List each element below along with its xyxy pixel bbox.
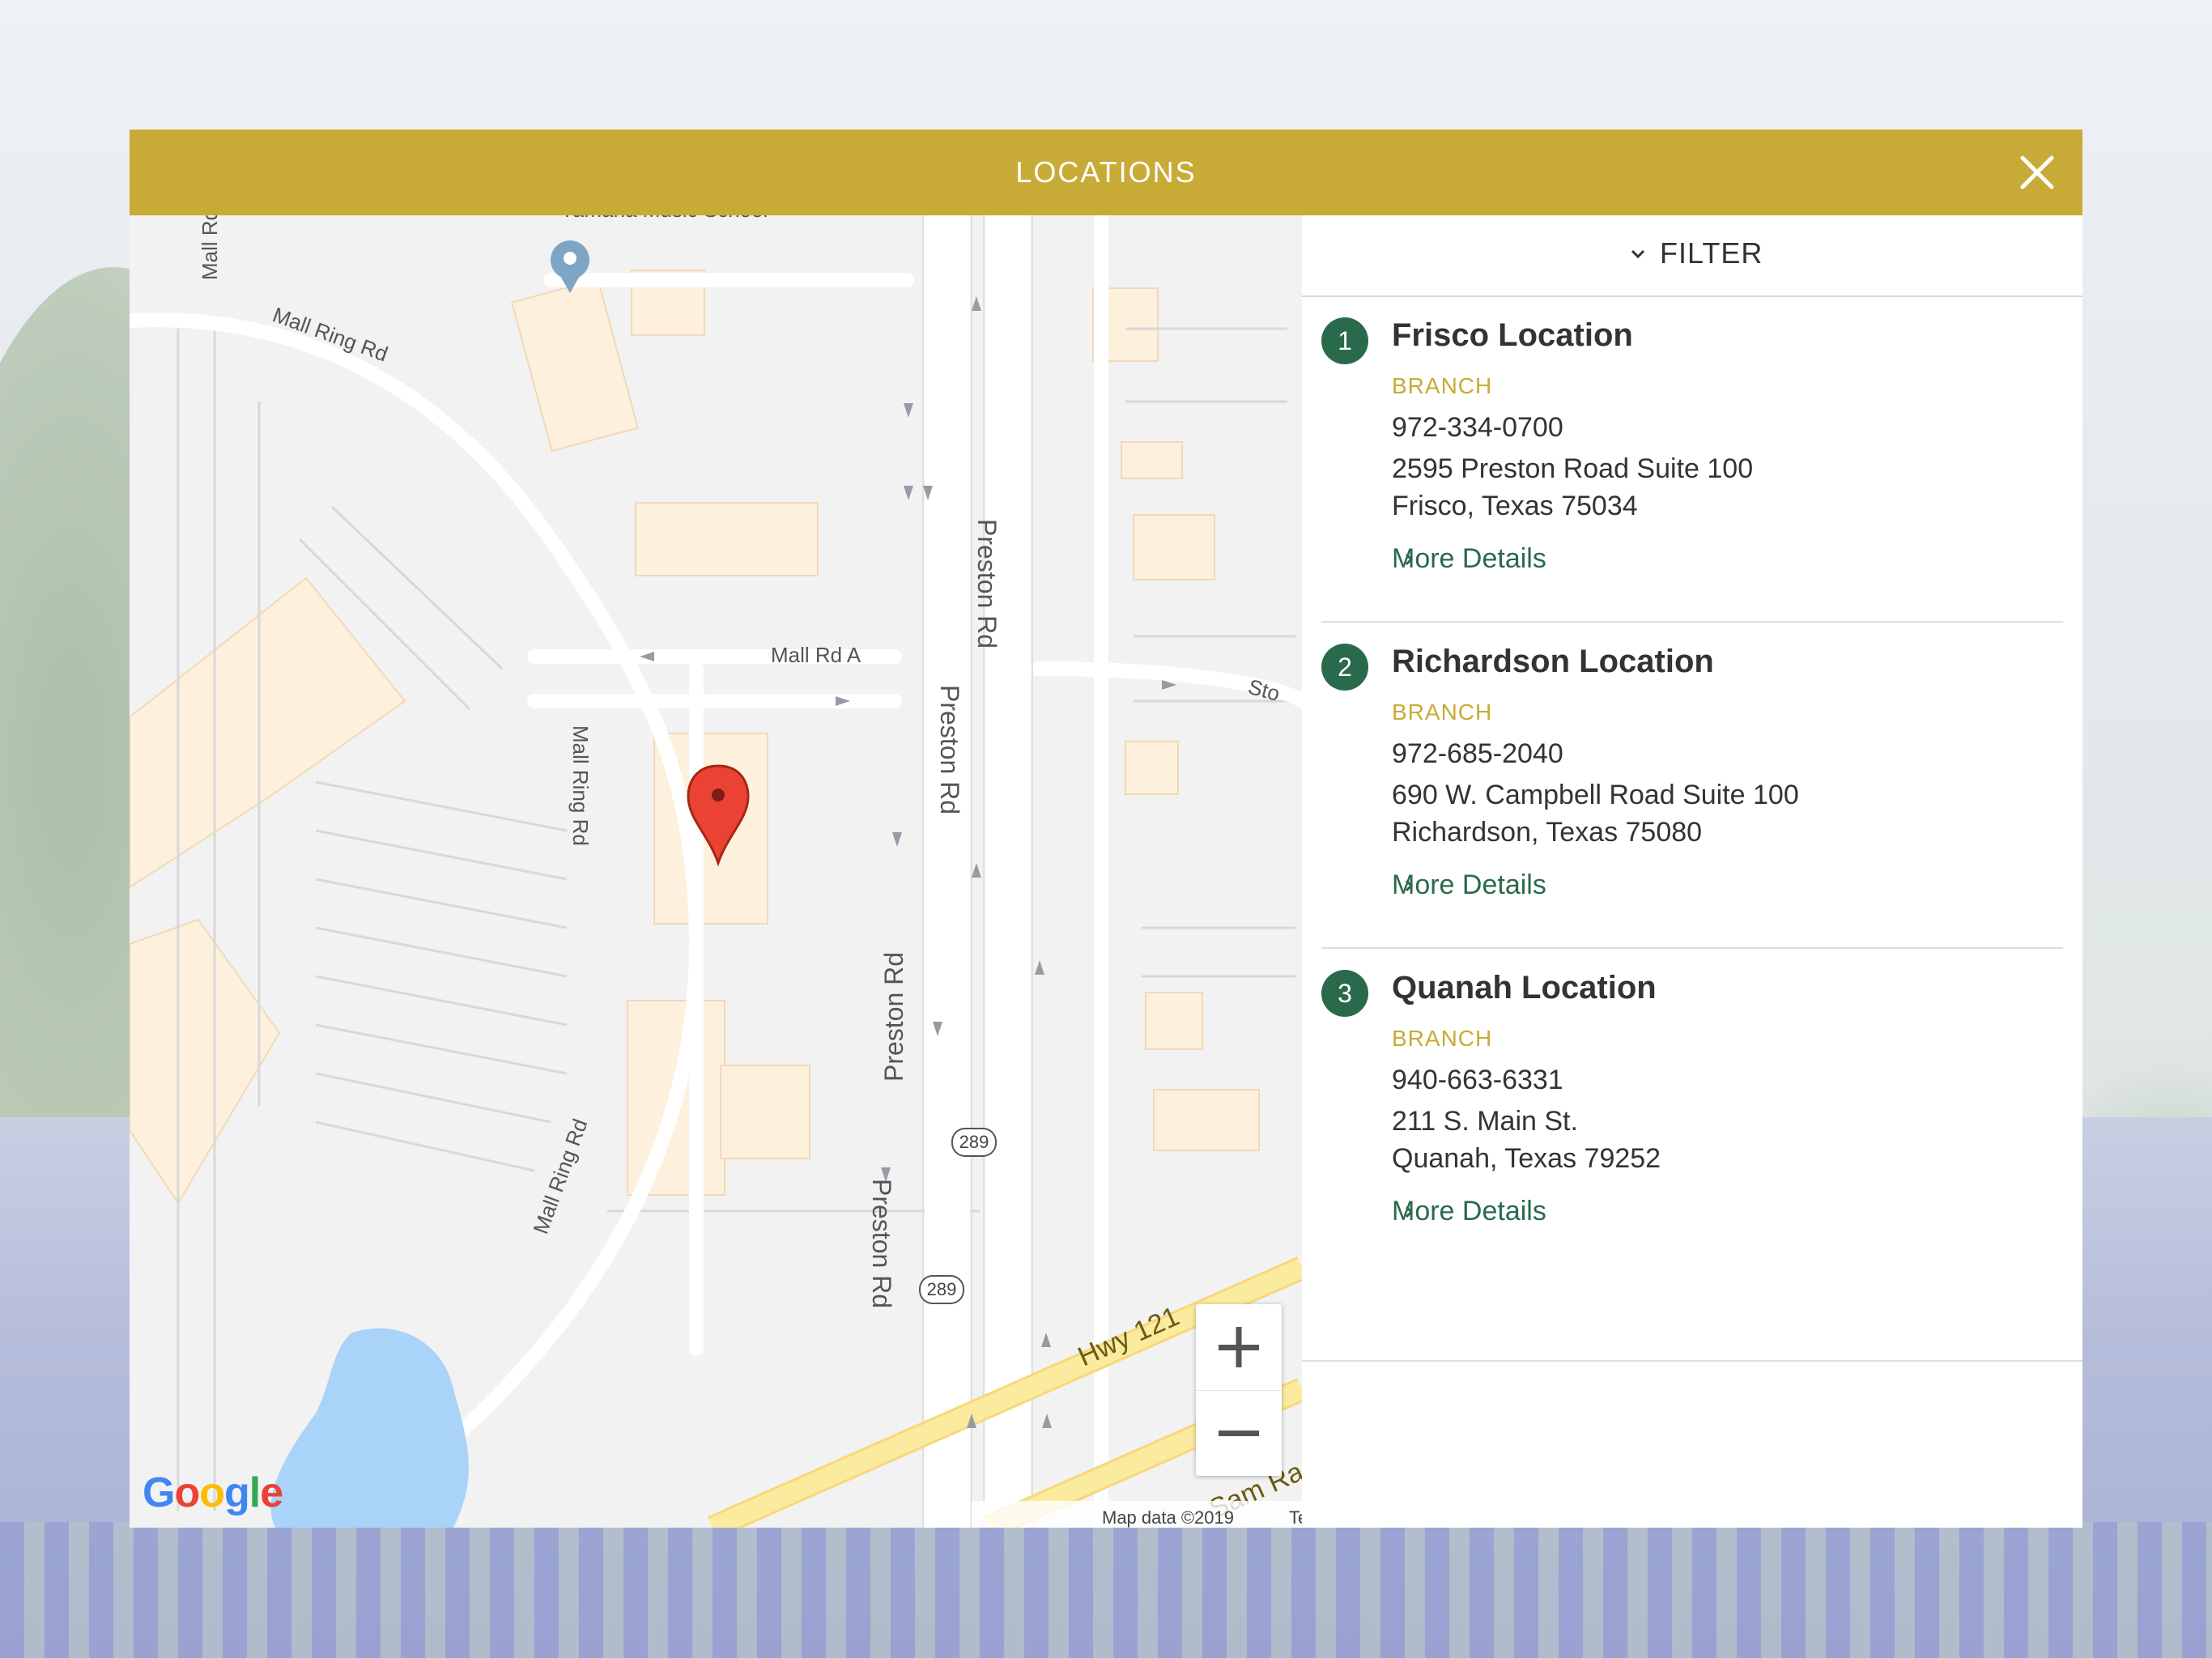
- location-number-badge: 3: [1321, 970, 1368, 1017]
- location-address-line1: 2595 Preston Road Suite 100: [1392, 453, 1754, 484]
- map-building: [635, 502, 819, 576]
- map-building: [1133, 514, 1215, 580]
- more-details-link[interactable]: More Details: [1392, 1196, 1546, 1227]
- location-item: 3 Quanah Location BRANCH 940-663-6331 21…: [1302, 949, 2082, 1275]
- svg-text:289: 289: [927, 1279, 957, 1299]
- zoom-in-button[interactable]: [1196, 1304, 1282, 1391]
- modal-title: LOCATIONS: [1015, 155, 1197, 189]
- location-number-badge: 2: [1321, 644, 1368, 691]
- location-type: BRANCH: [1392, 373, 1493, 398]
- street-label: Preston Rd: [867, 1179, 896, 1308]
- street-label: Preston Rd: [935, 685, 964, 814]
- background-flowers: [0, 1522, 2212, 1658]
- panel-divider: [1302, 1360, 2082, 1362]
- google-logo-letter: o: [199, 1469, 225, 1516]
- street-label: Preston Rd: [879, 952, 908, 1082]
- map-building: [1125, 741, 1179, 795]
- zoom-controls: [1196, 1304, 1282, 1476]
- more-details-link[interactable]: More Details: [1392, 869, 1546, 901]
- location-item: 1 Frisco Location BRANCH 972-334-0700 25…: [1302, 296, 2082, 623]
- location-address-line1: 211 S. Main St.: [1392, 1106, 1578, 1137]
- chevron-right-icon: [1405, 1205, 1414, 1218]
- route-shield: 289: [919, 1275, 964, 1304]
- location-phone[interactable]: 972-334-0700: [1392, 412, 1563, 444]
- map-building: [1153, 1089, 1260, 1151]
- zoom-out-button[interactable]: [1196, 1390, 1282, 1476]
- street-label: Preston Rd: [972, 519, 1002, 648]
- location-address-line2: Frisco, Texas 75034: [1392, 491, 1638, 521]
- location-address-line2: Quanah, Texas 79252: [1392, 1143, 1661, 1174]
- chevron-right-icon: [1405, 553, 1414, 566]
- chevron-down-icon: [1631, 249, 1645, 259]
- filter-toggle[interactable]: FILTER: [1302, 215, 2082, 297]
- modal-header: LOCATIONS: [130, 130, 2082, 215]
- location-number-badge: 1: [1321, 317, 1368, 364]
- location-phone[interactable]: 940-663-6331: [1392, 1065, 1563, 1096]
- location-phone[interactable]: 972-685-2040: [1392, 738, 1563, 770]
- map-view[interactable]: 289 289 Yamaha Music School Mall Ring Rd…: [130, 215, 1302, 1528]
- close-button[interactable]: [2013, 148, 2061, 197]
- map-canvas[interactable]: 289 289 Yamaha Music School Mall Ring Rd…: [130, 215, 1302, 1528]
- map-building: [720, 1065, 810, 1159]
- location-address-line1: 690 W. Campbell Road Suite 100: [1392, 780, 1799, 810]
- location-type: BRANCH: [1392, 1026, 1493, 1051]
- location-item: 2 Richardson Location BRANCH 972-685-204…: [1302, 623, 2082, 949]
- locations-modal: LOCATIONS 289 289 Mall Ring Rd Mall Rd M…: [130, 130, 2082, 1528]
- chevron-right-icon: [1405, 879, 1414, 892]
- terms-of-use-link[interactable]: Terms of Use: [1289, 1507, 1302, 1528]
- map-building: [1121, 441, 1183, 479]
- close-icon: [2020, 155, 2054, 189]
- google-logo-letter: e: [260, 1469, 283, 1516]
- google-logo-letter: l: [249, 1469, 261, 1516]
- locations-panel: FILTER 1 Frisco Location BRANCH 972-334-…: [1302, 215, 2082, 1528]
- location-name: Frisco Location: [1392, 317, 1633, 353]
- street-label: Mall Rd: [198, 215, 222, 280]
- poi-label: Yamaha Music School: [560, 215, 768, 222]
- google-logo-letter: g: [223, 1469, 250, 1516]
- google-logo-letter: o: [174, 1469, 200, 1516]
- svg-text:289: 289: [959, 1132, 989, 1152]
- map-data-text: Map data ©2019: [1102, 1507, 1234, 1528]
- location-name: Richardson Location: [1392, 644, 1714, 679]
- location-type: BRANCH: [1392, 699, 1493, 725]
- google-logo-letter: G: [143, 1469, 175, 1516]
- more-details-link[interactable]: More Details: [1392, 543, 1546, 575]
- map-building: [1145, 992, 1203, 1050]
- google-logo: Google: [143, 1469, 283, 1517]
- minus-icon: [1219, 1431, 1259, 1436]
- street-label: Mall Ring Rd: [568, 725, 593, 846]
- location-name: Quanah Location: [1392, 970, 1657, 1005]
- street-label: Mall Rd A: [771, 643, 861, 667]
- location-address-line2: Richardson, Texas 75080: [1392, 817, 1703, 848]
- route-shield: 289: [951, 1128, 997, 1157]
- filter-label: FILTER: [1660, 236, 1763, 270]
- map-attribution: Map data ©2019 Terms of Use: [972, 1501, 1302, 1528]
- plus-icon: [1219, 1327, 1259, 1367]
